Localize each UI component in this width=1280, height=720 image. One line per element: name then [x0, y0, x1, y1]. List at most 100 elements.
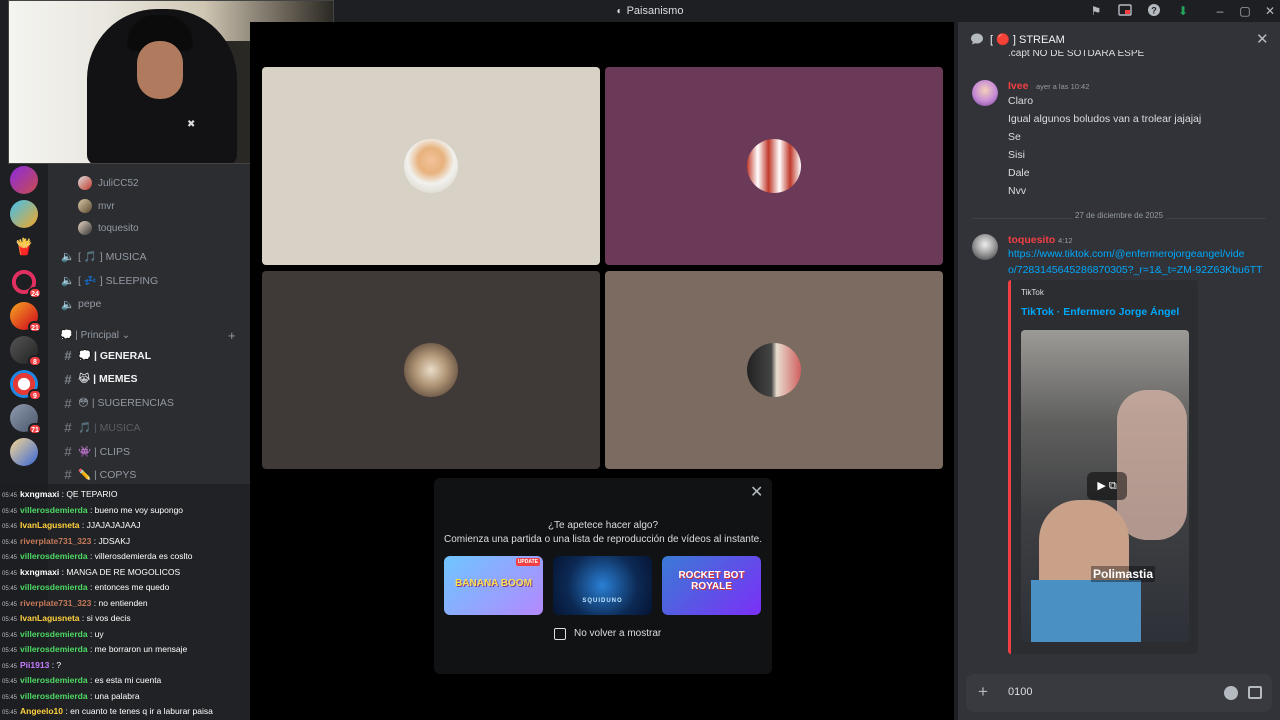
- chat-username: Pii1913: [20, 659, 50, 670]
- activity-card-rocket-bot-royale[interactable]: ROCKET BOT ROYALE: [662, 556, 761, 615]
- chat-timestamp: 05:45: [2, 508, 18, 515]
- picture-in-picture-icon[interactable]: [1117, 3, 1133, 19]
- unread-badge: 21: [28, 321, 42, 333]
- participant-tile[interactable]: [605, 67, 943, 265]
- video-figure: [1117, 390, 1187, 540]
- text-channel-clips[interactable]: # 👾 | CLIPS: [58, 440, 244, 462]
- chat-username: villerosdemierda: [20, 628, 88, 639]
- close-icon[interactable]: ✕: [1262, 3, 1278, 19]
- stream-chat-line: 05:45 IvanLagusneta : JJAJAJAJAAJ: [2, 518, 140, 533]
- text-channel-general[interactable]: # 💭 | GENERAL: [58, 344, 244, 366]
- server-icon[interactable]: 71: [10, 404, 42, 435]
- chat-text: : QE TEPARIO: [59, 489, 118, 499]
- chat-timestamp: 05:45: [2, 539, 18, 546]
- participant-tile[interactable]: [262, 67, 600, 265]
- category-principal[interactable]: 💭 | Principal ⌄: [60, 330, 130, 341]
- text-channel-copys[interactable]: # ✏️ | COPYS: [58, 463, 244, 485]
- activity-title: SQUIDUNO: [582, 598, 623, 604]
- channel-name: 💭 | GENERAL: [78, 349, 152, 362]
- avatar: [747, 139, 801, 193]
- server-icon[interactable]: 24: [10, 268, 42, 299]
- embed-title[interactable]: TikTok · Enfermero Jorge Ángel: [1021, 306, 1179, 318]
- stream-chat-line: 05:45 IvanLagusneta : si vos decis: [2, 611, 131, 626]
- inbox-icon[interactable]: ⚑: [1088, 3, 1104, 19]
- channel-name: 🎵 | MUSICA: [78, 421, 141, 434]
- stream-chat-line: 05:45 Pii1913 : ?: [2, 658, 61, 673]
- unread-badge: 8: [28, 355, 42, 367]
- stream-chat-line: 05:45 Angeelo10 : en cuanto te tenes q ir…: [2, 704, 213, 719]
- voice-user[interactable]: toquesito: [78, 218, 139, 238]
- embed-video-thumbnail[interactable]: ▶ ⧉ Polimastia: [1021, 330, 1189, 642]
- unread-badge: 24: [28, 287, 42, 299]
- close-icon[interactable]: ✕: [1256, 30, 1269, 48]
- avatar[interactable]: [972, 80, 998, 106]
- speaker-icon: 🔈: [61, 250, 75, 263]
- divider-date: 27 de diciembre de 2025: [1074, 211, 1164, 220]
- voice-user[interactable]: mvr: [78, 196, 115, 216]
- stream-chat-line: 05:45 riverplate731_323 : JDSAKJ: [2, 534, 130, 549]
- attach-plus-icon[interactable]: +: [978, 682, 988, 702]
- server-icon[interactable]: 9: [10, 370, 42, 401]
- chat-username: villerosdemierda: [20, 690, 88, 701]
- close-icon[interactable]: ✕: [750, 482, 763, 502]
- message-author[interactable]: Ivee: [1008, 80, 1028, 92]
- dont-show-again-checkbox[interactable]: [554, 628, 566, 640]
- maximize-icon[interactable]: ▢: [1237, 3, 1253, 19]
- create-channel-icon[interactable]: +: [228, 328, 236, 343]
- voice-channel-musica[interactable]: 🔈 [ 🎵 ] MUSICA: [58, 245, 244, 267]
- download-icon[interactable]: ⬇: [1175, 3, 1191, 19]
- participant-tile[interactable]: [262, 271, 600, 469]
- chat-timestamp: 05:45: [2, 570, 18, 577]
- popup-subtitle: Comienza una partida o una lista de repr…: [444, 534, 762, 545]
- chat-bubble-icon: [970, 32, 984, 46]
- message-link[interactable]: o/7283145645286870305?_r=1&_t=ZM-92Z63Kb…: [1008, 264, 1263, 276]
- text-channel-memes[interactable]: # 😹 | MEMES: [58, 368, 244, 390]
- voice-channel-pepe[interactable]: 🔈 pepe: [58, 293, 244, 315]
- voice-channel-sleeping[interactable]: 🔈 [ 💤 ] SLEEPING: [58, 269, 244, 291]
- activity-card-banana-boom[interactable]: UPDATE BANANA BOOM: [444, 556, 543, 615]
- avatar: [404, 139, 458, 193]
- help-icon[interactable]: ?: [1146, 3, 1162, 19]
- message-text: Igual algunos boludos van a trolear jaja…: [1008, 113, 1202, 125]
- voice-user-name: JuliCC52: [98, 177, 139, 189]
- fries-server-icon[interactable]: 🍟: [10, 234, 38, 262]
- chat-username: villerosdemierda: [20, 644, 88, 654]
- chat-text: : villerosdemierda es coslto: [87, 551, 193, 561]
- text-channel-sugerencias[interactable]: # 😳 | SUGERENCIAS: [58, 392, 244, 414]
- chat-text: : MANGA DE RE MOGOLICOS: [59, 566, 181, 577]
- play-icon[interactable]: ▶ ⧉: [1087, 472, 1127, 500]
- hash-icon: #: [64, 371, 72, 387]
- server-icon[interactable]: 21: [10, 302, 42, 333]
- message-input[interactable]: 0100: [1008, 686, 1032, 698]
- stream-chat-line: 05:45 kxngmaxi : MANGA DE RE MOGOLICOS: [2, 565, 180, 580]
- avatar: [404, 343, 458, 397]
- activity-card-squiduno[interactable]: SQUIDUNO: [553, 556, 652, 615]
- message-text: Claro: [1008, 95, 1034, 107]
- chat-username: kxngmaxi: [20, 566, 60, 577]
- message-timestamp: 4:12: [1058, 236, 1073, 245]
- avatar[interactable]: [972, 234, 998, 260]
- voice-user[interactable]: JuliCC52: [78, 173, 139, 193]
- server-icon[interactable]: [10, 166, 38, 194]
- video-figure-shirt: [1031, 580, 1141, 642]
- message-input-bar: + 0100: [966, 674, 1272, 712]
- minimize-icon[interactable]: –: [1212, 3, 1228, 19]
- chat-text: : bueno me voy supongo: [87, 504, 184, 515]
- avatar: [747, 343, 801, 397]
- popup-question: ¿Te apetece hacer algo?: [547, 520, 659, 531]
- server-icon[interactable]: [10, 200, 38, 228]
- participant-tile[interactable]: [605, 271, 943, 469]
- text-channel-musica[interactable]: # 🎵 | MUSICA: [58, 416, 244, 438]
- panel-title: [ 🔴 ] STREAM: [990, 34, 1065, 46]
- server-icon[interactable]: 8: [10, 336, 42, 367]
- speaker-icon: 🔈: [61, 274, 75, 287]
- image-icon[interactable]: [1248, 686, 1262, 699]
- message-link[interactable]: https://www.tiktok.com/@enfermerojorgean…: [1008, 248, 1245, 260]
- chat-timestamp: 05:45: [2, 648, 18, 654]
- server-icon[interactable]: [10, 438, 38, 466]
- message-author[interactable]: toquesito: [1008, 234, 1055, 246]
- chat-username: villerosdemierda: [20, 551, 88, 561]
- emoji-icon[interactable]: [1224, 686, 1238, 700]
- text-in-voice-panel: [ 🔴 ] STREAM ✕ .cápt NO DE SOTDARA ESPE …: [958, 22, 1280, 720]
- chat-username: villerosdemierda: [20, 582, 88, 592]
